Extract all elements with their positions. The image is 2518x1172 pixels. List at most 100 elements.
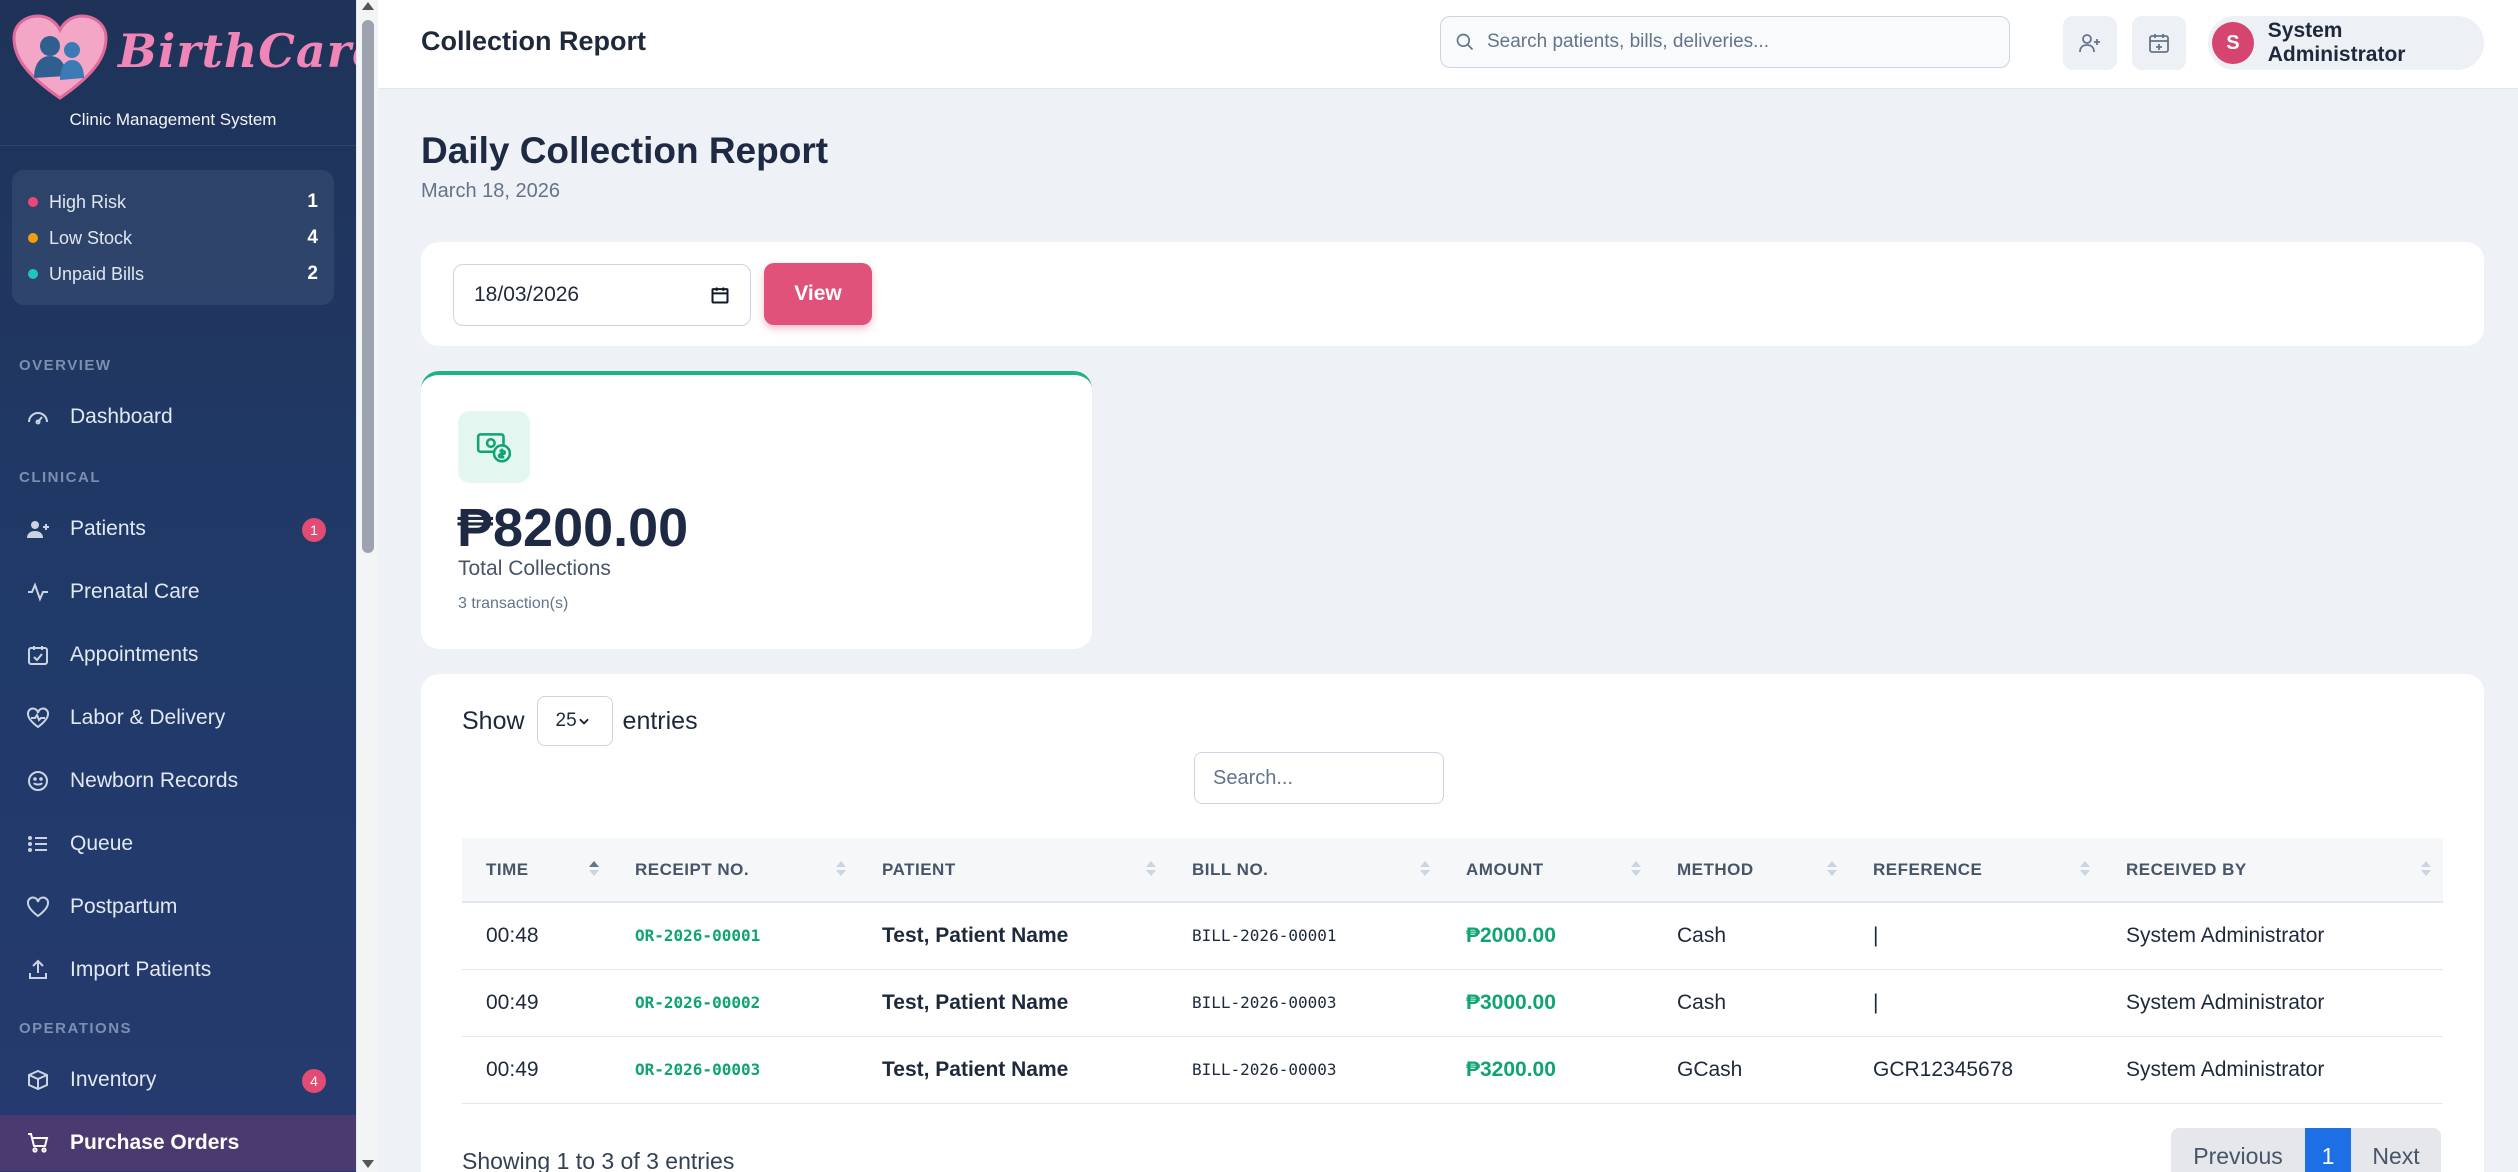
alert-low-stock[interactable]: Low Stock 4 [28,220,318,256]
next-page-button[interactable]: Next [2351,1128,2441,1172]
sidebar-item-inventory[interactable]: Inventory 4 [0,1052,356,1108]
cell-reference: | [1873,990,1879,1014]
scrollbar-thumb[interactable] [362,20,374,553]
cell-amount: ₱3200.00 [1466,1057,1556,1081]
alert-unpaid-bills[interactable]: Unpaid Bills 2 [28,256,318,292]
sidebar-item-label: Labor & Delivery [70,706,226,729]
column-header-time[interactable]: TIME [462,838,611,902]
calendar-plus-icon [2147,31,2171,55]
table-row: 00:49 OR-2026-00002 Test, Patient Name B… [462,969,2443,1036]
sidebar-item-appointments[interactable]: Appointments [0,627,356,683]
topbar: Collection Report S System Administrator [378,0,2518,89]
filter-card: 18/03/2026 View [421,242,2484,346]
sidebar-item-label: Prenatal Care [70,580,200,603]
scroll-down-arrow-icon[interactable] [362,1160,374,1168]
user-name: System Administrator [2267,19,2406,66]
smile-icon [24,767,52,795]
collections-table: TIME RECEIPT NO. PATIENT BILL NO. AMOUNT… [462,838,2443,1104]
previous-page-button[interactable]: Previous [2171,1128,2305,1172]
user-group-icon [24,515,52,543]
sidebar-item-patients[interactable]: Patients 1 [0,501,356,557]
sidebar-item-labor-delivery[interactable]: Labor & Delivery [0,690,356,746]
entries-control: Show 25 entries [462,696,698,746]
sidebar-item-purchase-orders[interactable]: Purchase Orders [0,1115,356,1171]
page-title: Collection Report [421,26,647,56]
entries-value: 25 [555,710,577,731]
sidebar-scrollbar[interactable] [356,0,378,1172]
alert-count: 4 [307,227,318,248]
global-search[interactable] [1440,16,2010,68]
pulse-icon [24,578,52,606]
alert-high-risk[interactable]: High Risk 1 [28,184,318,220]
sidebar-item-import-patients[interactable]: Import Patients [0,942,356,998]
column-header-method[interactable]: METHOD [1653,838,1849,902]
upload-icon [24,956,52,984]
table-search-input[interactable] [1194,752,1444,804]
report-heading: Daily Collection Report [421,130,829,171]
cell-reference: GCR12345678 [1873,1057,2014,1081]
cell-amount: ₱3000.00 [1466,990,1556,1014]
cell-reference: | [1873,923,1879,947]
sidebar-item-label: Postpartum [70,895,178,918]
sort-icon [1631,861,1641,876]
date-value: 18/03/2026 [474,283,580,306]
cell-patient: Test, Patient Name [882,1057,1069,1081]
cell-method: Cash [1677,923,1727,947]
sort-icon [836,861,846,876]
brand-subtitle: Clinic Management System [69,110,277,129]
page-1-button[interactable]: 1 [2305,1128,2351,1172]
add-patient-button[interactable] [2063,16,2117,70]
sidebar-item-label: Newborn Records [70,769,239,792]
column-header-amount[interactable]: AMOUNT [1442,838,1653,902]
heart-icon [24,893,52,921]
money-icon [458,411,530,483]
sidebar-item-newborn-records[interactable]: Newborn Records [0,753,356,809]
sidebar-item-dashboard[interactable]: Dashboard [0,389,356,445]
entries-select[interactable]: 25 [536,696,613,746]
sidebar-item-postpartum[interactable]: Postpartum [0,879,356,935]
sidebar-item-label: Queue [70,832,134,855]
total-collections-value: ₱8200.00 [457,498,689,558]
alerts-panel: High Risk 1 Low Stock 4 Unpaid Bills 2 [12,170,334,305]
new-appointment-button[interactable] [2132,16,2186,70]
cell-amount: ₱2000.00 [1466,923,1556,947]
pagination: Previous 1 Next [2171,1128,2441,1172]
collections-table-card: Show 25 entries TIME RECEIPT NO. PATIENT… [421,674,2484,1172]
date-field[interactable]: 18/03/2026 [453,264,751,326]
table-row: 00:48 OR-2026-00001 Test, Patient Name B… [462,902,2443,969]
sidebar-item-queue[interactable]: Queue [0,816,356,872]
calendar-check-icon [24,641,52,669]
column-header-bill[interactable]: BILL NO. [1168,838,1442,902]
table-info: Showing 1 to 3 of 3 entries [462,1148,735,1172]
notification-badge: 1 [302,518,326,542]
search-input[interactable] [1487,31,1987,53]
scroll-up-arrow-icon[interactable] [362,2,374,10]
cell-received-by: System Administrator [2126,1057,2325,1081]
cell-bill: BILL-2026-00003 [1192,1060,1337,1079]
cell-received-by: System Administrator [2126,923,2325,947]
column-header-receipt[interactable]: RECEIPT NO. [611,838,858,902]
sort-icon [2421,861,2431,876]
sidebar-item-label: Inventory [70,1068,157,1091]
brand-name: BirthCare [118,24,356,78]
total-collections-card: ₱8200.00 Total Collections 3 transaction… [421,371,1092,649]
cell-receipt: OR-2026-00002 [635,993,761,1012]
status-dot-icon [28,197,38,207]
sidebar-item-prenatal-care[interactable]: Prenatal Care [0,564,356,620]
view-button[interactable]: View [764,263,872,325]
column-header-received-by[interactable]: RECEIVED BY [2102,838,2443,902]
cell-time: 00:49 [486,990,539,1014]
calendar-icon[interactable] [710,285,730,305]
nav-section-overview: OVERVIEW [19,357,112,374]
sort-icon [1420,861,1430,876]
user-menu[interactable]: S System Administrator [2208,16,2484,70]
column-header-patient[interactable]: PATIENT [858,838,1168,902]
logo-icon [12,14,108,102]
column-header-reference[interactable]: REFERENCE [1849,838,2102,902]
cell-receipt: OR-2026-00001 [635,926,761,946]
sidebar: BirthCare Clinic Management System High … [0,0,356,1172]
cart-icon [24,1129,52,1157]
cell-method: GCash [1677,1057,1743,1081]
brand: BirthCare Clinic Management System [0,0,356,146]
nav-section-operations: OPERATIONS [19,1020,133,1037]
